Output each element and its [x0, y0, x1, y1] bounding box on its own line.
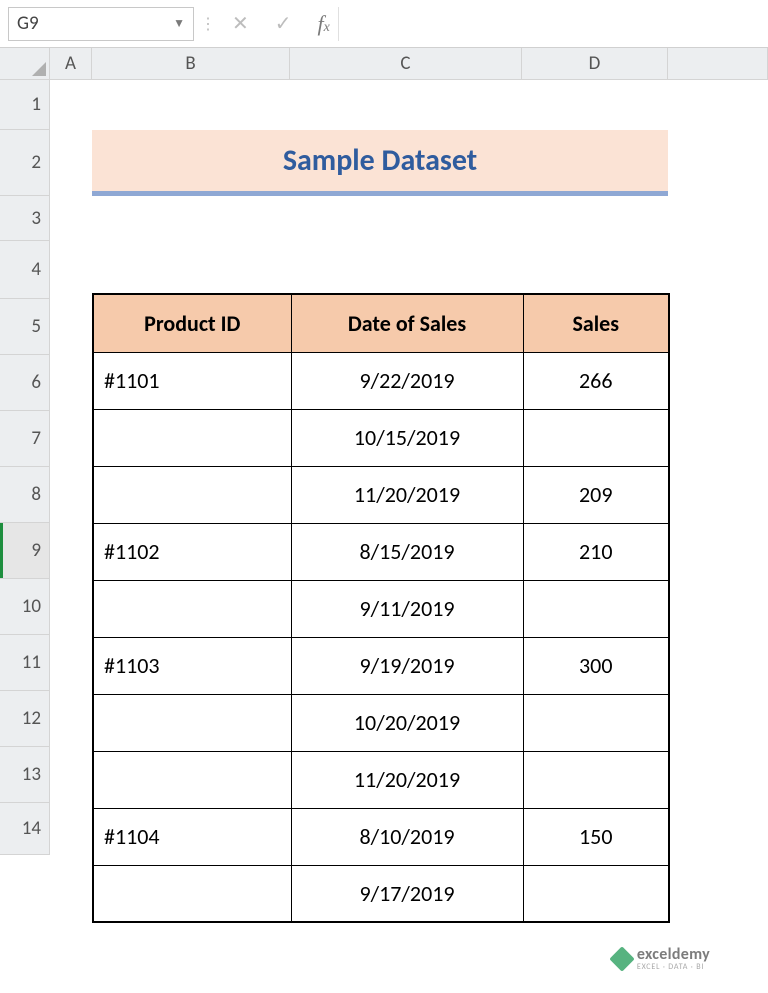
cell-sales[interactable] — [523, 865, 669, 922]
row-header[interactable]: 4 — [0, 241, 50, 299]
table-row: 11/20/2019209 — [93, 466, 669, 523]
cell-product-id[interactable]: #1104 — [93, 808, 291, 865]
cell-product-id[interactable]: #1101 — [93, 352, 291, 409]
cell-product-id[interactable] — [93, 751, 291, 808]
column-headers: A B C D — [0, 48, 768, 80]
cell-sales[interactable] — [523, 751, 669, 808]
cell-date[interactable]: 8/10/2019 — [291, 808, 523, 865]
cell-product-id[interactable]: #1103 — [93, 637, 291, 694]
cell-date[interactable]: 11/20/2019 — [291, 466, 523, 523]
cell-sales[interactable] — [523, 694, 669, 751]
table-header-row: Product ID Date of Sales Sales — [93, 294, 669, 352]
table-row: 9/11/2019 — [93, 580, 669, 637]
col-header-B[interactable]: B — [92, 48, 290, 79]
col-header-C[interactable]: C — [290, 48, 522, 79]
table-row: #11019/22/2019266 — [93, 352, 669, 409]
confirm-icon: ✓ — [275, 11, 292, 36]
chevron-down-icon[interactable]: ▼ — [173, 16, 185, 31]
row-header[interactable]: 2 — [0, 130, 50, 196]
watermark-name: exceldemy — [637, 947, 710, 963]
page-title[interactable]: Sample Dataset — [92, 130, 668, 196]
cell-product-id[interactable] — [93, 694, 291, 751]
table-row: 10/15/2019 — [93, 409, 669, 466]
cell-date[interactable]: 10/20/2019 — [291, 694, 523, 751]
formula-bar: G9 ▼ ⋮ ✕ ✓ fx — [0, 0, 768, 48]
row-header[interactable]: 13 — [0, 747, 50, 803]
formula-bar-icons: ✕ ✓ fx — [222, 11, 330, 37]
cell-sales[interactable]: 300 — [523, 637, 669, 694]
row-header[interactable]: 3 — [0, 196, 50, 241]
logo-icon — [609, 946, 634, 971]
row-header[interactable]: 7 — [0, 411, 50, 467]
watermark: exceldemy EXCEL · DATA · BI — [613, 947, 710, 971]
cell-sales[interactable] — [523, 409, 669, 466]
col-header-sales[interactable]: Sales — [523, 294, 669, 352]
cell-sales[interactable]: 150 — [523, 808, 669, 865]
table-row: #11039/19/2019300 — [93, 637, 669, 694]
cell-product-id[interactable] — [93, 466, 291, 523]
cell-date[interactable]: 8/15/2019 — [291, 523, 523, 580]
col-header-A[interactable]: A — [50, 48, 92, 79]
divider: ⋮ — [202, 7, 214, 41]
cell-date[interactable]: 10/15/2019 — [291, 409, 523, 466]
row-header[interactable]: 5 — [0, 299, 50, 355]
cancel-icon: ✕ — [232, 11, 249, 36]
cell-sales[interactable]: 209 — [523, 466, 669, 523]
cell-sales[interactable] — [523, 580, 669, 637]
cell-date[interactable]: 9/17/2019 — [291, 865, 523, 922]
row-header[interactable]: 12 — [0, 691, 50, 747]
table-row: #11048/10/2019150 — [93, 808, 669, 865]
cell-date[interactable]: 11/20/2019 — [291, 751, 523, 808]
formula-input[interactable] — [338, 7, 760, 41]
col-header-date[interactable]: Date of Sales — [291, 294, 523, 352]
row-header[interactable]: 6 — [0, 355, 50, 411]
data-table: Product ID Date of Sales Sales #11019/22… — [92, 293, 670, 923]
fx-icon[interactable]: fx — [318, 11, 330, 37]
cell-sales[interactable]: 210 — [523, 523, 669, 580]
col-header-empty[interactable] — [668, 48, 768, 79]
col-header-D[interactable]: D — [522, 48, 668, 79]
row-header[interactable]: 11 — [0, 635, 50, 691]
watermark-tag: EXCEL · DATA · BI — [637, 963, 710, 971]
table-row: 11/20/2019 — [93, 751, 669, 808]
cell-date[interactable]: 9/11/2019 — [291, 580, 523, 637]
cell-date[interactable]: 9/19/2019 — [291, 637, 523, 694]
cell-product-id[interactable] — [93, 865, 291, 922]
name-box[interactable]: G9 ▼ — [8, 7, 194, 41]
cell-product-id[interactable] — [93, 580, 291, 637]
watermark-text: exceldemy EXCEL · DATA · BI — [637, 947, 710, 971]
cell-sales[interactable]: 266 — [523, 352, 669, 409]
row-header[interactable]: 1 — [0, 80, 50, 130]
row-header[interactable]: 14 — [0, 803, 50, 855]
cell-product-id[interactable] — [93, 409, 291, 466]
row-header[interactable]: 10 — [0, 579, 50, 635]
name-box-value: G9 — [17, 12, 173, 35]
cell-date[interactable]: 9/22/2019 — [291, 352, 523, 409]
row-header-selected[interactable]: 9 — [0, 523, 50, 579]
table-row: 9/17/2019 — [93, 865, 669, 922]
select-all-corner[interactable] — [0, 48, 50, 79]
col-header-product-id[interactable]: Product ID — [93, 294, 291, 352]
row-header[interactable]: 8 — [0, 467, 50, 523]
table-row: 10/20/2019 — [93, 694, 669, 751]
table-row: #11028/15/2019210 — [93, 523, 669, 580]
cell-product-id[interactable]: #1102 — [93, 523, 291, 580]
